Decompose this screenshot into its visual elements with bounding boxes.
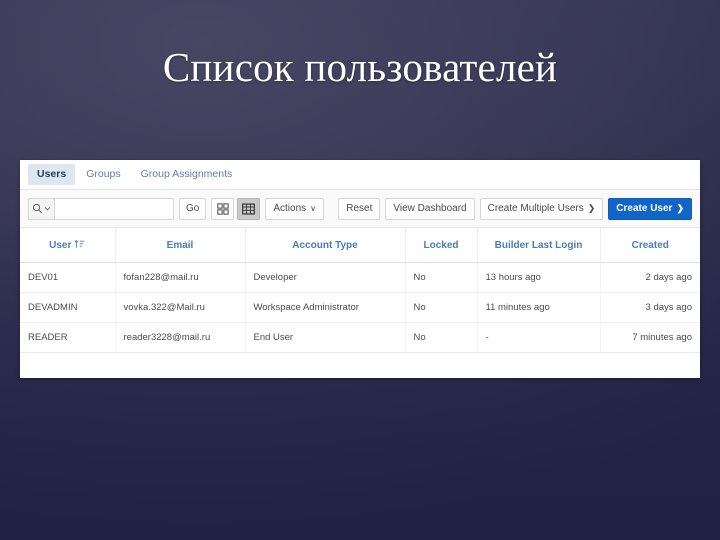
create-multiple-users-label: Create Multiple Users: [488, 204, 584, 214]
cell-email: reader3228@mail.ru: [115, 323, 245, 353]
cell-created: 2 days ago: [600, 263, 700, 293]
view-dashboard-button-label: View Dashboard: [393, 204, 466, 214]
sort-ascending-icon: [74, 239, 85, 249]
cell-locked: No: [405, 263, 477, 293]
cards-view-icon: [217, 203, 229, 215]
search-icon: [32, 203, 43, 214]
column-header-email[interactable]: Email: [115, 228, 245, 263]
table-footer: [20, 353, 700, 367]
table-header-row: User Email Account Type Locked Builder L…: [20, 228, 700, 263]
column-header-user[interactable]: User: [20, 228, 115, 263]
actions-button-label: Actions: [273, 204, 306, 214]
users-report-table: User Email Account Type Locked Builder L…: [20, 228, 700, 353]
create-user-button-label: Create User: [616, 204, 672, 214]
cell-email: vovka.322@Mail.ru: [115, 293, 245, 323]
go-button-label: Go: [186, 203, 199, 214]
cell-user[interactable]: READER: [20, 323, 115, 353]
tab-groups[interactable]: Groups: [77, 164, 129, 185]
chevron-right-icon: ❯: [676, 204, 684, 213]
search-group: [28, 198, 174, 220]
search-column-selector[interactable]: [29, 199, 55, 219]
cell-locked: No: [405, 323, 477, 353]
cell-builder-last-login: 13 hours ago: [477, 263, 600, 293]
cell-created: 3 days ago: [600, 293, 700, 323]
table-row[interactable]: DEV01 fofan228@mail.ru Developer No 13 h…: [20, 263, 700, 293]
tab-groups-label: Groups: [86, 168, 120, 180]
apex-report-screenshot: Users Groups Group Assignments Go: [20, 160, 700, 378]
cell-user[interactable]: DEV01: [20, 263, 115, 293]
page-title: Список пользователей: [0, 44, 720, 91]
table-row[interactable]: READER reader3228@mail.ru End User No - …: [20, 323, 700, 353]
column-header-created[interactable]: Created: [600, 228, 700, 263]
chevron-down-icon: ∨: [310, 205, 316, 213]
tab-group-assignments-label: Group Assignments: [141, 168, 233, 180]
chevron-down-icon: [44, 205, 51, 212]
chevron-right-icon: ❯: [588, 204, 596, 213]
column-header-locked[interactable]: Locked: [405, 228, 477, 263]
cell-locked: No: [405, 293, 477, 323]
cell-builder-last-login: -: [477, 323, 600, 353]
create-user-button[interactable]: Create User ❯: [608, 198, 692, 220]
column-header-user-label: User: [49, 240, 71, 251]
cell-created: 7 minutes ago: [600, 323, 700, 353]
cell-account-type: Workspace Administrator: [245, 293, 405, 323]
column-header-account-type[interactable]: Account Type: [245, 228, 405, 263]
actions-button[interactable]: Actions ∨: [265, 198, 324, 220]
table-row[interactable]: DEVADMIN vovka.322@Mail.ru Workspace Adm…: [20, 293, 700, 323]
tab-bar: Users Groups Group Assignments: [20, 160, 700, 190]
view-toggle-group: [211, 198, 260, 220]
cell-user[interactable]: DEVADMIN: [20, 293, 115, 323]
cell-account-type: Developer: [245, 263, 405, 293]
create-multiple-users-button[interactable]: Create Multiple Users ❯: [480, 198, 604, 220]
cell-builder-last-login: 11 minutes ago: [477, 293, 600, 323]
search-input[interactable]: [55, 199, 173, 219]
cards-view-button[interactable]: [211, 198, 234, 220]
reset-button[interactable]: Reset: [338, 198, 380, 220]
cell-account-type: End User: [245, 323, 405, 353]
grid-view-icon: [242, 203, 255, 215]
table-header: User Email Account Type Locked Builder L…: [20, 228, 700, 263]
table-body: DEV01 fofan228@mail.ru Developer No 13 h…: [20, 263, 700, 353]
grid-view-button[interactable]: [237, 198, 260, 220]
cell-email: fofan228@mail.ru: [115, 263, 245, 293]
tab-users[interactable]: Users: [28, 164, 75, 185]
reset-button-label: Reset: [346, 204, 372, 214]
tab-users-label: Users: [37, 168, 66, 180]
tab-group-assignments[interactable]: Group Assignments: [132, 164, 242, 185]
go-button[interactable]: Go: [179, 198, 206, 220]
view-dashboard-button[interactable]: View Dashboard: [385, 198, 474, 220]
report-toolbar: Go Action: [20, 190, 700, 228]
column-header-builder-last-login[interactable]: Builder Last Login: [477, 228, 600, 263]
